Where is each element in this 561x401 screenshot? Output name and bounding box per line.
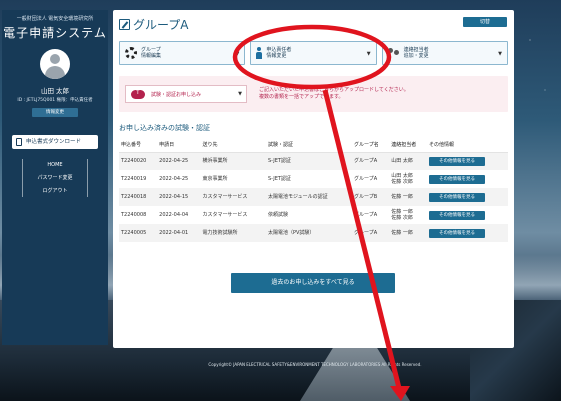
org-name: 一般財団法人 電気安全環境研究所 xyxy=(16,16,94,22)
cell: 電力技術試験所 xyxy=(202,230,238,236)
avatar-head xyxy=(50,54,60,64)
chevron-down-icon: ▼ xyxy=(238,91,242,97)
person-icon xyxy=(256,47,263,59)
upload-instructions[interactable]: ご記入いただいた申込書はこちらからアップロードしてください。 複数の書類を一括で… xyxy=(259,87,409,101)
cell: 2022-04-15 xyxy=(159,194,189,200)
cell: 東京事業所 xyxy=(202,176,228,182)
cell: その他情報を見る xyxy=(427,152,508,170)
applicant-change-label: 申込責任者 情報変更 xyxy=(266,47,292,59)
view-info-button[interactable]: その他情報を見る xyxy=(429,156,485,166)
sidebar: 一般財団法人 電気安全環境研究所 電子申請システム 山田 太郎 ID : JET… xyxy=(2,10,108,345)
nav-home[interactable]: HOME xyxy=(22,159,88,171)
chevron-down-icon: ▼ xyxy=(235,51,240,57)
download-forms-button[interactable]: 申込書式ダウンロード xyxy=(12,135,98,149)
view-info-button[interactable]: その他情報を見る xyxy=(429,228,485,238)
cell: カスタマーサービス xyxy=(202,194,248,200)
cell: 太陽電池モジュールの認証 xyxy=(267,194,328,200)
document-icon xyxy=(16,138,22,146)
table-row: T2240020 2022-04-25 横浜事業所 S-JET認証 グループA … xyxy=(119,152,508,170)
gear-icon xyxy=(125,47,137,59)
cell: 2022-04-04 xyxy=(159,212,189,218)
user-id: ID : JETLJ75Q001 権限：申込責任者 xyxy=(17,98,93,103)
group-edit-label: グループ 情報編集 xyxy=(141,47,162,59)
col-header: 送り先 xyxy=(200,138,266,153)
cell: 2022-04-01 xyxy=(159,230,189,236)
contact-change-select[interactable]: 連絡担当者 追加・変更 ▼ xyxy=(381,41,508,65)
cell: 2022-04-25 xyxy=(159,176,189,182)
view-info-button[interactable]: その他情報を見る xyxy=(429,210,485,220)
switch-button[interactable]: 切替 xyxy=(463,17,507,27)
avatar-body xyxy=(45,66,65,79)
cell: 横浜事業所 xyxy=(202,158,228,165)
col-header: 申請日 xyxy=(157,138,201,153)
cell: 山田 太郎 xyxy=(391,158,413,165)
cell: T2240005 xyxy=(121,230,147,236)
user-name: 山田 太郎 xyxy=(40,87,70,95)
applicant-change-select[interactable]: 申込責任者 情報変更 ▼ xyxy=(250,41,377,65)
cell: グループA xyxy=(354,176,378,182)
chevron-down-icon: ▼ xyxy=(366,51,371,57)
cell: 依頼試験 xyxy=(267,212,288,218)
col-header: その他情報 xyxy=(427,138,508,153)
cell: T2240020 xyxy=(121,158,147,165)
cell: その他情報を見る xyxy=(427,170,508,188)
cell: その他情報を見る xyxy=(427,188,508,206)
cell: その他情報を見る xyxy=(427,224,508,242)
cell: グループA xyxy=(354,158,378,165)
group-selectors: グループ 情報編集 ▼ 申込責任者 情報変更 ▼ 連絡担当者 追加・変更 ▼ xyxy=(119,41,508,65)
col-header: 連絡担当者 xyxy=(389,138,427,153)
cell: T2240008 xyxy=(121,212,147,218)
sidebar-nav: HOME パスワード変更 ログアウト xyxy=(2,159,108,197)
section-title: お申し込み済みの試験・認証 xyxy=(119,124,210,132)
cell: T2240019 xyxy=(121,176,147,182)
download-forms-label: 申込書式ダウンロード xyxy=(26,139,82,145)
table-row: T2240019 2022-04-25 東京事業所 S-JET認証 グループA … xyxy=(119,170,508,188)
cell: グループB xyxy=(354,194,378,200)
table-row: T2240005 2022-04-01 電力技術試験所 太陽電池（PV試験） グ… xyxy=(119,224,508,242)
avatar xyxy=(40,49,70,79)
contact-change-label: 連絡担当者 追加・変更 xyxy=(403,47,429,59)
edit-icon xyxy=(119,19,130,30)
footer-copyright: Copyright© JAPAN ELECTRICAL SAFETY&ENVIR… xyxy=(208,362,422,367)
upload-box: 試験・認証お申し込み ▼ ご記入いただいた申込書はこちらからアップロードしてくだ… xyxy=(119,76,508,112)
cell: S-JET認証 xyxy=(267,176,291,182)
cell: 佐藤 一郎 佐藤 次郎 xyxy=(391,209,413,221)
applications-table: 申込番号 申請日 送り先 試験・認証 グループ名 連絡担当者 その他情報 T22… xyxy=(119,138,508,242)
cell: その他情報を見る xyxy=(427,206,508,224)
page-title: グループA xyxy=(119,16,189,33)
col-header: グループ名 xyxy=(352,138,390,153)
cell: 佐藤 一郎 xyxy=(391,194,413,200)
cell: T2240018 xyxy=(121,194,147,200)
col-header: 試験・認証 xyxy=(265,138,353,153)
nav-logout[interactable]: ログアウト xyxy=(22,184,88,197)
cloud-upload-icon xyxy=(131,88,145,99)
cell: 2022-04-25 xyxy=(159,158,189,165)
cell: 山田 太郎 佐藤 次郎 xyxy=(391,173,413,185)
table-header-row: 申込番号 申請日 送り先 試験・認証 グループ名 連絡担当者 その他情報 xyxy=(119,138,508,153)
cell: 佐藤 一郎 xyxy=(391,230,413,236)
cell: グループA xyxy=(354,212,378,218)
view-all-applications-button[interactable]: 過去のお申し込みをすべて見る xyxy=(231,273,395,293)
col-header: 申込番号 xyxy=(119,138,158,153)
cell: 太陽電池（PV試験） xyxy=(267,230,315,236)
chevron-down-icon: ▼ xyxy=(498,51,502,57)
system-title: 電子申請システム xyxy=(3,26,107,40)
application-select-label: 試験・認証お申し込み xyxy=(151,91,202,98)
edit-info-button[interactable]: 情報変更 xyxy=(32,108,78,117)
people-icon xyxy=(387,48,400,58)
view-info-button[interactable]: その他情報を見る xyxy=(429,192,485,202)
cell: グループA xyxy=(354,230,378,236)
page-title-text: グループA xyxy=(133,18,189,32)
table-row: T2240008 2022-04-04 カスタマーサービス 依頼試験 グループA… xyxy=(119,206,508,224)
nav-password-change[interactable]: パスワード変更 xyxy=(22,171,88,184)
view-info-button[interactable]: その他情報を見る xyxy=(429,174,485,184)
cell: S-JET認証 xyxy=(267,158,291,165)
cell: カスタマーサービス xyxy=(202,212,248,218)
application-select[interactable]: 試験・認証お申し込み ▼ xyxy=(125,85,247,103)
main-panel: グループA 切替 グループ 情報編集 ▼ 申込責任者 情報変更 ▼ 連絡担当者 … xyxy=(113,10,514,348)
table-row: T2240018 2022-04-15 カスタマーサービス 太陽電池モジュールの… xyxy=(119,188,508,206)
group-edit-select[interactable]: グループ 情報編集 ▼ xyxy=(119,41,246,65)
